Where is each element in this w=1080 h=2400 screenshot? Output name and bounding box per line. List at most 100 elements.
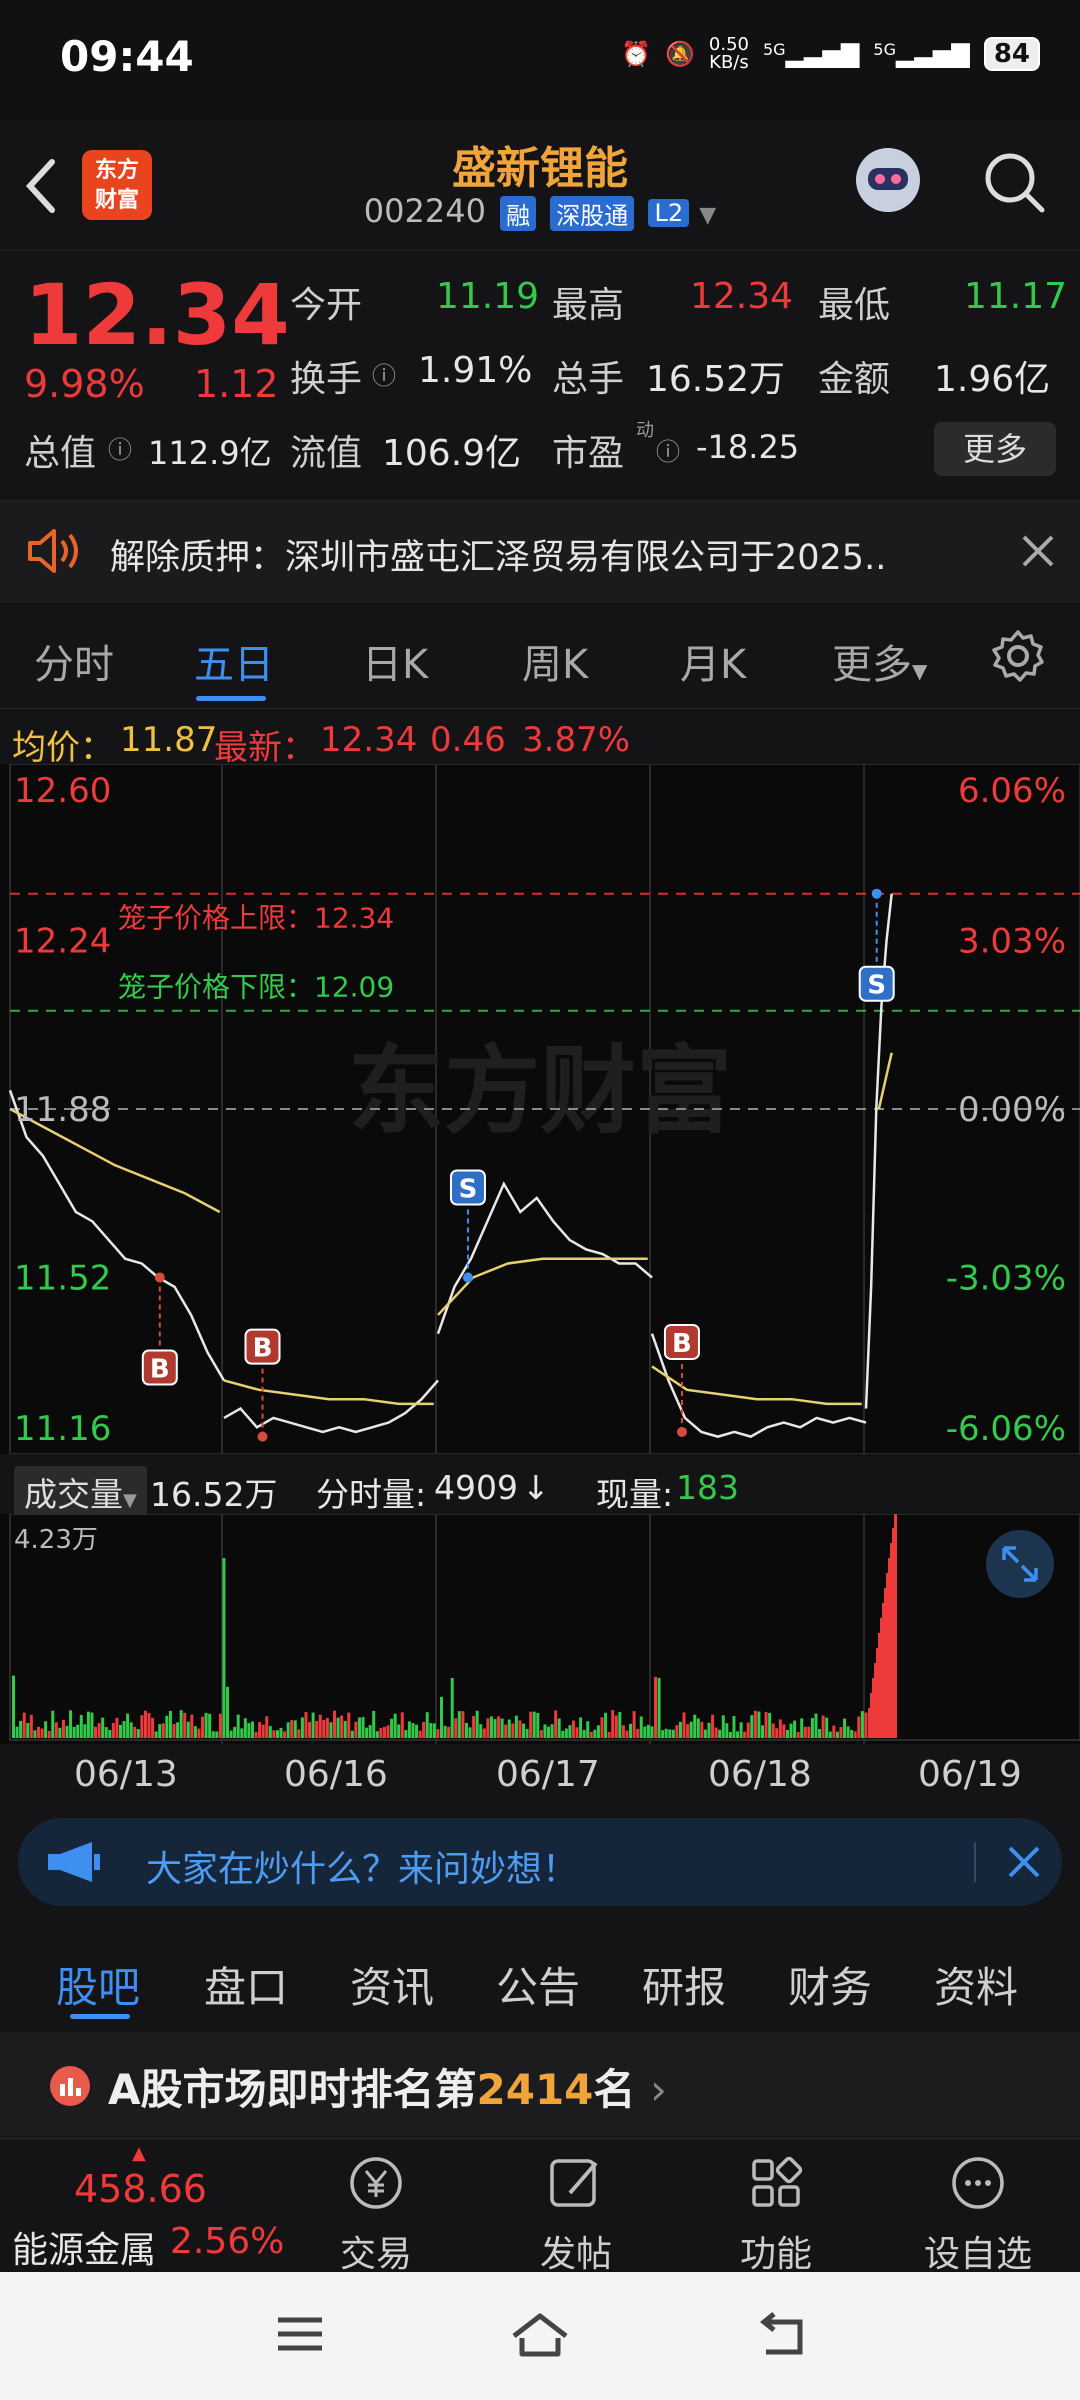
volume-bar xyxy=(218,1713,222,1738)
volume-bar xyxy=(115,1717,119,1738)
volume-bar xyxy=(661,1730,665,1738)
volume-bar xyxy=(133,1726,137,1738)
info-icon[interactable]: ⓘ xyxy=(108,430,132,465)
volume-bar xyxy=(347,1712,351,1738)
volume-bar xyxy=(561,1730,565,1738)
tick-volume: 4909 xyxy=(434,1468,518,1507)
volume-bar xyxy=(604,1712,608,1738)
volume-bar xyxy=(500,1718,504,1738)
y-tick-left: 11.16 xyxy=(14,1409,111,1449)
tab-weekly-k[interactable]: 周K xyxy=(522,632,588,690)
more-dots-icon xyxy=(952,2157,1004,2209)
chart-info-row: 均价： 11.87 最新： 12.34 0.46 3.87% xyxy=(0,712,1080,768)
tab-announcements[interactable]: 公告 xyxy=(496,1954,580,2015)
volume-bar xyxy=(764,1712,768,1738)
rank-text: A股市场即时排名第2414名 › xyxy=(108,2065,667,2114)
volume-bar xyxy=(258,1722,262,1738)
volume-bar xyxy=(582,1729,586,1738)
post-label: 发帖 xyxy=(539,2234,612,2275)
volume-bar xyxy=(19,1720,23,1738)
trade-button[interactable]: 交易 xyxy=(296,2139,456,2275)
menu-icon[interactable] xyxy=(276,2312,326,2358)
volume-bar xyxy=(151,1717,155,1738)
volume-bar xyxy=(415,1724,419,1738)
y-tick-right: -6.06% xyxy=(946,1409,1066,1449)
volume-chart[interactable]: 4.23万 xyxy=(0,1514,1080,1744)
volume-bar xyxy=(197,1728,201,1738)
volume-bar xyxy=(832,1725,836,1738)
volume-bar xyxy=(44,1721,48,1738)
volume-bar xyxy=(69,1710,73,1738)
search-icon[interactable] xyxy=(980,148,1050,218)
amount-value: 1.96亿 xyxy=(934,359,1051,400)
volume-bar xyxy=(753,1710,757,1738)
volume-bar xyxy=(186,1721,190,1738)
tab-daily-k[interactable]: 日K xyxy=(362,632,428,690)
volume-bar xyxy=(586,1721,590,1738)
close-icon[interactable] xyxy=(1006,1844,1042,1880)
volume-bar xyxy=(789,1723,793,1738)
ask-assistant-bar[interactable]: 大家在炒什么？来问妙想！ xyxy=(18,1818,1062,1906)
tab-more[interactable]: 更多▼ xyxy=(832,632,927,690)
stock-header: 东方 财富 盛新锂能 002240 融 深股通 L2 ▼ xyxy=(0,120,1080,251)
caret-down-icon: ▼ xyxy=(123,1490,137,1511)
info-icon[interactable]: ⓘ xyxy=(372,356,396,391)
volume-bar xyxy=(411,1723,415,1738)
home-icon[interactable] xyxy=(510,2312,570,2358)
signal-1-icon: 5G▂▃▅▇ xyxy=(763,40,860,68)
tab-intraday[interactable]: 分时 xyxy=(34,632,114,690)
sector-index[interactable]: ▲ 458.66 能源金属 2.56% xyxy=(0,2139,284,2273)
volume-bar xyxy=(482,1728,486,1738)
expand-button[interactable] xyxy=(986,1530,1054,1598)
volume-bar xyxy=(350,1730,354,1738)
notice-bar[interactable]: 解除质押：深圳市盛屯汇泽贸易有限公司于2025.. xyxy=(0,500,1080,602)
mute-icon: 🔕 xyxy=(665,40,695,68)
volume-bar xyxy=(304,1712,308,1738)
post-button[interactable]: 发帖 xyxy=(496,2139,656,2275)
tab-five-day[interactable]: 五日 xyxy=(194,632,274,690)
chevron-right-icon: › xyxy=(650,2065,667,2114)
function-button[interactable]: 功能 xyxy=(696,2139,856,2275)
volume-bar xyxy=(247,1723,251,1738)
volume-bar xyxy=(596,1725,600,1738)
five-day-price-chart[interactable]: 东方财富 笼子价格上限：12.34 笼子价格下限：12.09 B B S B S 12.6… xyxy=(0,764,1080,1454)
trade-marker-label: B xyxy=(253,1334,273,1364)
market-rank-banner[interactable]: A股市场即时排名第2414名 › xyxy=(0,2032,1080,2136)
volume-bar xyxy=(61,1719,65,1738)
robot-assistant-icon[interactable] xyxy=(848,140,928,220)
tab-order-book[interactable]: 盘口 xyxy=(204,1954,288,2015)
volume-bar xyxy=(671,1729,675,1738)
volume-bar xyxy=(193,1726,197,1738)
info-icon[interactable]: ⓘ xyxy=(656,432,680,467)
bottom-action-bar: ▲ 458.66 能源金属 2.56% 交易 发帖 功能 设自选 xyxy=(0,2138,1080,2275)
volume-bar xyxy=(793,1720,797,1738)
volume-bar xyxy=(828,1731,832,1738)
settings-gear-icon[interactable] xyxy=(990,628,1046,684)
more-button[interactable]: 更多 xyxy=(934,422,1056,476)
volume-bar xyxy=(176,1722,180,1738)
add-watchlist-button[interactable]: 设自选 xyxy=(898,2139,1058,2275)
volume-bar xyxy=(365,1727,369,1738)
info-tabs: 股吧 盘口 资讯 公告 研报 财务 资料 xyxy=(0,1934,1080,2030)
megaphone-icon xyxy=(48,1842,100,1882)
volume-bar xyxy=(126,1713,130,1738)
volume-bar xyxy=(825,1717,829,1738)
tab-news[interactable]: 资讯 xyxy=(350,1954,434,2015)
y-tick-left: 11.88 xyxy=(14,1090,111,1130)
tab-profile[interactable]: 资料 xyxy=(934,1954,1018,2015)
low-value: 11.17 xyxy=(964,276,1068,317)
back-nav-icon[interactable] xyxy=(752,2312,808,2358)
y-tick-left: 11.52 xyxy=(14,1259,111,1299)
volume-selector[interactable]: 成交量▼ xyxy=(14,1466,147,1518)
volume-bar xyxy=(589,1731,593,1738)
tab-research[interactable]: 研报 xyxy=(642,1954,726,2015)
volume-bar xyxy=(215,1731,219,1738)
tab-forum[interactable]: 股吧 xyxy=(56,1954,140,2015)
volume-bar xyxy=(33,1730,37,1738)
tab-monthly-k[interactable]: 月K xyxy=(680,632,746,690)
volume-bar xyxy=(26,1722,30,1738)
tab-finance[interactable]: 财务 xyxy=(788,1954,872,2015)
close-icon[interactable] xyxy=(1020,533,1056,569)
volume-bar xyxy=(514,1715,518,1738)
volume-bar xyxy=(607,1731,611,1738)
